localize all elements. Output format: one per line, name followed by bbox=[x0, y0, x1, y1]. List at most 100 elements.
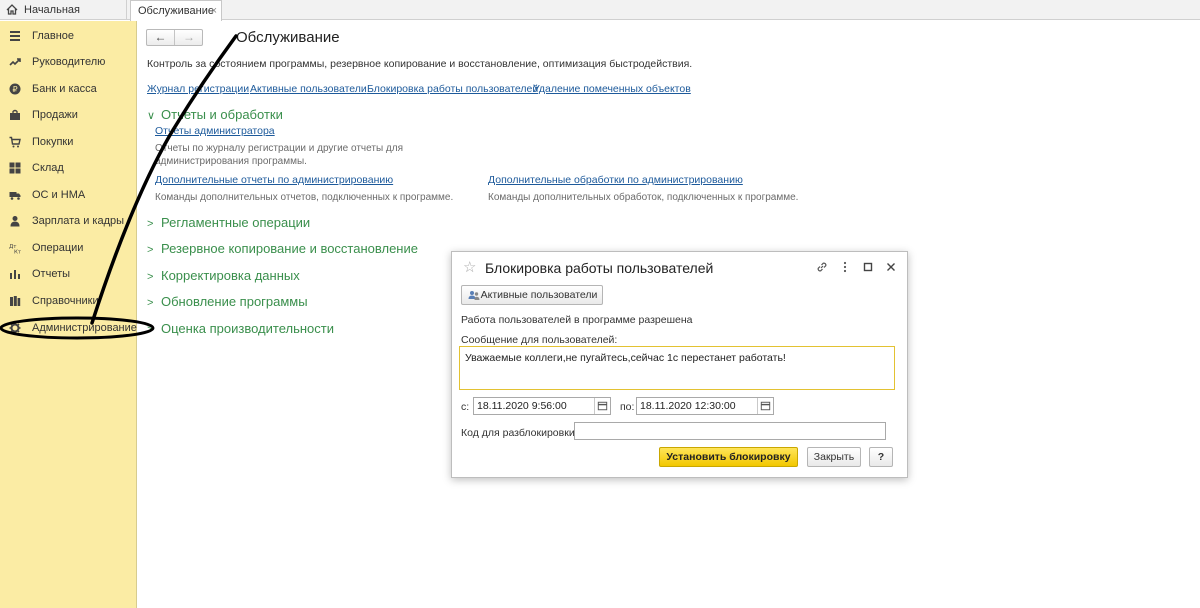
sidebar-item-sales[interactable]: Продажи bbox=[0, 102, 137, 128]
extra-reports-description: Команды дополнительных отчетов, подключе… bbox=[155, 192, 454, 203]
lock-status: Работа пользователей в программе разреше… bbox=[461, 314, 693, 326]
bag-icon bbox=[10, 109, 20, 120]
sidebar-item-label: Руководителю bbox=[32, 56, 106, 68]
group-scheduled-operations[interactable]: > Регламентные операции bbox=[147, 215, 310, 230]
sidebar-item-salary[interactable]: Зарплата и кадры bbox=[0, 208, 137, 234]
tab-service-label: Обслуживание bbox=[138, 5, 214, 17]
sidebar-item-label: Операции bbox=[32, 242, 84, 254]
chevron-right-icon: > bbox=[147, 297, 154, 309]
user-lock-dialog: ☆ Блокировка работы пользователей Активн… bbox=[451, 251, 908, 478]
group-performance[interactable]: > Оценка производительности bbox=[147, 321, 334, 336]
favorite-star-icon[interactable]: ☆ bbox=[463, 258, 476, 276]
link-user-lock[interactable]: Блокировка работы пользователей bbox=[367, 83, 538, 95]
sidebar-item-label: Администрирование bbox=[32, 322, 137, 334]
chevron-right-icon: > bbox=[147, 324, 154, 336]
sidebar-item-references[interactable]: Справочники bbox=[0, 288, 137, 314]
close-button[interactable]: Закрыть bbox=[807, 447, 861, 467]
tab-bar: Начальная страница Обслуживание × bbox=[0, 0, 1200, 36]
from-datetime-value: 18.11.2020 9:56:00 bbox=[477, 400, 567, 412]
sidebar-item-operations[interactable]: Дт Кт Операции bbox=[0, 235, 137, 261]
to-datetime-field[interactable]: 18.11.2020 12:30:00 bbox=[636, 397, 774, 415]
sidebar-item-warehouse[interactable]: Склад bbox=[0, 155, 137, 181]
grid-icon bbox=[9, 162, 21, 174]
link-icon[interactable] bbox=[815, 260, 829, 274]
chevron-right-icon: > bbox=[147, 244, 154, 256]
description-line: администрирования программы. bbox=[155, 156, 307, 167]
link-event-log[interactable]: Журнал регистрации bbox=[147, 83, 249, 95]
sidebar-item-label: Главное bbox=[32, 30, 75, 42]
active-users-button[interactable]: Активные пользователи bbox=[461, 285, 603, 305]
sidebar-item-purchases[interactable]: Покупки bbox=[0, 129, 137, 155]
extra-processing-description: Команды дополнительных обработок, подклю… bbox=[488, 192, 799, 203]
home-icon bbox=[6, 4, 18, 15]
sidebar: Главное Руководителю ₽ Банк и касса Прод… bbox=[0, 21, 137, 608]
gear-icon bbox=[9, 322, 21, 334]
dt-kt-icon: ДтКт bbox=[9, 244, 21, 255]
more-options-icon[interactable] bbox=[838, 260, 852, 274]
cart-icon bbox=[9, 136, 21, 148]
page-description: Контроль за состоянием программы, резерв… bbox=[147, 58, 693, 70]
link-delete-marked[interactable]: Удаление помеченных объектов bbox=[533, 83, 691, 95]
sidebar-item-administration[interactable]: Администрирование bbox=[0, 315, 137, 341]
calendar-icon[interactable] bbox=[594, 398, 610, 414]
group-backup[interactable]: > Резервное копирование и восстановление bbox=[147, 241, 418, 256]
forward-button[interactable]: → bbox=[175, 30, 203, 45]
chevron-right-icon: > bbox=[147, 218, 154, 230]
sidebar-item-label: Зарплата и кадры bbox=[32, 215, 125, 227]
group-program-update[interactable]: > Обновление программы bbox=[147, 294, 308, 309]
tab-close-icon[interactable]: × bbox=[211, 1, 217, 21]
tab-service[interactable]: Обслуживание × bbox=[130, 0, 222, 21]
tab-home[interactable]: Начальная страница bbox=[0, 0, 127, 36]
coin-icon: ₽ bbox=[9, 83, 21, 95]
sidebar-item-label: Справочники bbox=[32, 295, 99, 307]
calendar-icon[interactable] bbox=[757, 398, 773, 414]
svg-text:₽: ₽ bbox=[12, 85, 17, 94]
sidebar-item-assets[interactable]: ОС и НМА bbox=[0, 182, 137, 208]
sidebar-item-label: Продажи bbox=[32, 109, 78, 121]
unlock-code-field[interactable] bbox=[574, 422, 886, 440]
group-reports[interactable]: ∨ Отчеты и обработки bbox=[147, 107, 283, 122]
sidebar-item-main[interactable]: Главное bbox=[0, 23, 137, 49]
sidebar-item-bank[interactable]: ₽ Банк и касса bbox=[0, 76, 137, 102]
close-icon[interactable] bbox=[884, 260, 898, 274]
description-line: Отчеты по журналу регистрации и другие о… bbox=[155, 143, 403, 154]
unlock-code-label: Код для разблокировки: bbox=[461, 427, 578, 439]
message-field[interactable]: Уважаемые коллеги,не пугайтесь,сейчас 1с… bbox=[459, 346, 895, 390]
link-admin-reports[interactable]: Отчеты администратора bbox=[155, 125, 275, 137]
sidebar-item-reports[interactable]: Отчеты bbox=[0, 261, 137, 287]
set-lock-button[interactable]: Установить блокировку bbox=[659, 447, 798, 467]
group-data-correction[interactable]: > Корректировка данных bbox=[147, 268, 300, 283]
history-nav: ← → bbox=[146, 29, 203, 46]
page-title: Обслуживание bbox=[236, 29, 340, 46]
svg-text:Кт: Кт bbox=[14, 250, 21, 255]
sidebar-item-director[interactable]: Руководителю bbox=[0, 49, 137, 75]
link-extra-reports[interactable]: Дополнительные отчеты по администрирован… bbox=[155, 174, 393, 186]
trend-icon bbox=[9, 58, 21, 66]
link-active-users[interactable]: Активные пользователи bbox=[250, 83, 367, 95]
person-icon bbox=[10, 216, 20, 227]
maximize-icon[interactable] bbox=[861, 260, 875, 274]
sidebar-item-label: Банк и касса bbox=[32, 83, 97, 95]
sidebar-item-label: Покупки bbox=[32, 136, 74, 148]
from-datetime-field[interactable]: 18.11.2020 9:56:00 bbox=[473, 397, 611, 415]
bar-chart-icon bbox=[10, 270, 20, 279]
books-icon bbox=[10, 296, 21, 306]
back-button[interactable]: ← bbox=[147, 30, 175, 45]
group-label: Регламентные операции bbox=[161, 215, 311, 230]
truck-icon bbox=[9, 192, 21, 200]
help-button[interactable]: ? bbox=[869, 447, 893, 467]
to-label: по: bbox=[620, 401, 635, 413]
group-label: Отчеты и обработки bbox=[161, 107, 283, 122]
link-extra-processing[interactable]: Дополнительные обработки по администриро… bbox=[488, 174, 743, 186]
chevron-down-icon: ∨ bbox=[147, 110, 156, 122]
dialog-title: Блокировка работы пользователей bbox=[485, 260, 714, 276]
to-datetime-value: 18.11.2020 12:30:00 bbox=[640, 400, 736, 412]
group-label: Обновление программы bbox=[161, 294, 308, 309]
group-label: Корректировка данных bbox=[161, 268, 300, 283]
menu-lines-icon bbox=[10, 31, 20, 41]
sidebar-item-label: ОС и НМА bbox=[32, 189, 86, 201]
chevron-right-icon: > bbox=[147, 271, 154, 283]
admin-reports-description: Отчеты по журналу регистрации и другие о… bbox=[155, 142, 403, 168]
sidebar-item-label: Отчеты bbox=[32, 268, 71, 280]
sidebar-item-label: Склад bbox=[32, 162, 64, 174]
